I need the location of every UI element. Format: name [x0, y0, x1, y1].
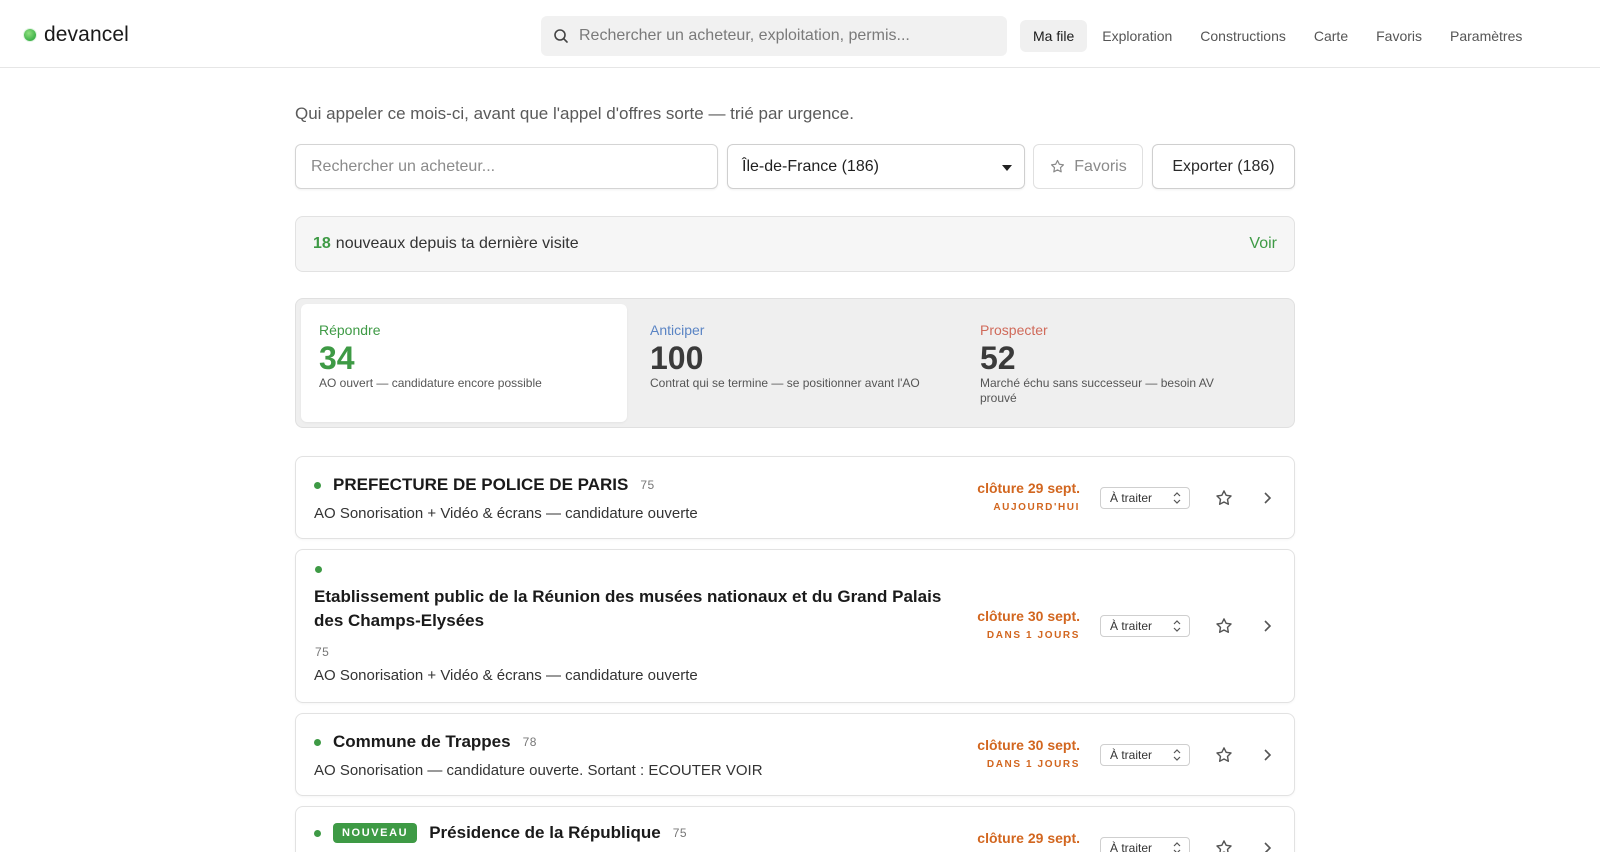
deadline-date: clôture 29 sept.	[977, 830, 1080, 846]
segment-label: Anticiper	[650, 322, 705, 338]
updown-chevron-icon	[1173, 492, 1181, 504]
buyer-row[interactable]: PREFECTURE DE POLICE DE PARIS 75 AO Sono…	[295, 456, 1295, 539]
buyer-name: Etablissement public de la Réunion des m…	[314, 587, 942, 630]
star-icon	[1051, 159, 1065, 173]
star-icon[interactable]	[1214, 838, 1234, 852]
row-description: AO Sonorisation + Vidéo & écrans — candi…	[314, 667, 698, 684]
row-deadline: clôture 29 sept. AUJOURD'HUI	[977, 480, 1080, 513]
row-deadline: clôture 30 sept. DANS 1 JOURS	[977, 608, 1080, 641]
row-title-line: PREFECTURE DE POLICE DE PARIS 75	[314, 475, 655, 495]
favorites-filter-label: Favoris	[1074, 157, 1127, 175]
status-select[interactable]: À traiter	[1100, 487, 1190, 509]
row-deadline: clôture 29 sept.	[977, 830, 1080, 846]
status-value: À traiter	[1110, 491, 1153, 505]
segment-tabs: Répondre 34 AO ouvert — candidature enco…	[295, 298, 1295, 428]
segment-description: Contrat qui se termine — se positionner …	[650, 376, 920, 390]
nav-favoris[interactable]: Favoris	[1363, 20, 1435, 52]
department-code: 75	[640, 478, 655, 492]
status-value: À traiter	[1110, 748, 1153, 762]
star-icon[interactable]	[1214, 745, 1234, 765]
status-select[interactable]: À traiter	[1100, 837, 1190, 852]
new-items-banner: 18 nouveaux depuis ta dernière visite Vo…	[295, 216, 1295, 272]
deadline-date: clôture 29 sept.	[977, 480, 1080, 496]
global-search[interactable]	[541, 16, 1007, 56]
updown-chevron-icon	[1173, 620, 1181, 632]
row-title-line: Commune de Trappes 78	[314, 732, 537, 752]
row-description: AO Sonorisation — candidature ouverte. S…	[314, 762, 763, 779]
segment-repondre[interactable]: Répondre 34 AO ouvert — candidature enco…	[301, 304, 627, 422]
chevron-right-icon[interactable]	[1262, 840, 1272, 852]
status-dot-icon	[314, 481, 321, 489]
row-deadline: clôture 30 sept. DANS 1 JOURS	[977, 737, 1080, 770]
new-badge: NOUVEAU	[333, 823, 418, 843]
region-select[interactable]: Île-de-France (186)	[727, 144, 1025, 189]
buyer-row[interactable]: Commune de Trappes 78 AO Sonorisation — …	[295, 713, 1295, 796]
status-dot-icon	[314, 738, 321, 746]
buyer-row[interactable]: Etablissement public de la Réunion des m…	[295, 549, 1295, 703]
segment-description: Marché échu sans successeur — besoin AV …	[980, 376, 1214, 405]
row-title-line: NOUVEAU Présidence de la République 75	[314, 823, 687, 843]
nav-parametres[interactable]: Paramètres	[1437, 20, 1535, 52]
segment-count: 52	[980, 340, 1016, 376]
top-bar: devancel Ma file Exploration Constructio…	[0, 0, 1600, 68]
buyer-search-input[interactable]	[295, 144, 718, 189]
segment-description: AO ouvert — candidature encore possible	[319, 376, 542, 390]
global-search-input[interactable]	[579, 27, 999, 45]
deadline-urgency: DANS 1 JOURS	[986, 759, 1080, 770]
status-dot-icon	[314, 829, 321, 837]
segment-count: 100	[650, 340, 704, 376]
segment-count: 34	[319, 340, 355, 376]
nav-carte[interactable]: Carte	[1301, 20, 1361, 52]
search-icon	[554, 29, 568, 43]
deadline-date: clôture 30 sept.	[977, 608, 1080, 624]
view-new-items-link[interactable]: Voir	[1249, 235, 1277, 253]
segment-prospecter[interactable]: Prospecter 52 Marché échu sans successeu…	[962, 304, 1262, 422]
region-select-value: Île-de-France (186)	[742, 157, 879, 175]
page-subtitle: Qui appeler ce mois-ci, avant que l'appe…	[295, 104, 854, 123]
brand-name: devancel	[44, 23, 129, 46]
status-select[interactable]: À traiter	[1100, 744, 1190, 766]
status-value: À traiter	[1110, 841, 1153, 852]
segment-anticiper[interactable]: Anticiper 100 Contrat qui se termine — s…	[632, 304, 958, 422]
deadline-date: clôture 30 sept.	[977, 737, 1080, 753]
department-code: 75	[315, 645, 330, 659]
new-items-count: 18	[313, 235, 331, 252]
buyer-name: Commune de Trappes	[333, 732, 511, 751]
star-icon[interactable]	[1214, 616, 1234, 636]
brand-logo[interactable]: devancel	[24, 22, 129, 48]
buyer-name: PREFECTURE DE POLICE DE PARIS	[333, 475, 629, 494]
caret-down-icon	[1002, 165, 1012, 171]
favorites-filter-button[interactable]: Favoris	[1033, 144, 1143, 189]
segment-label: Prospecter	[980, 322, 1048, 338]
main-nav: Ma file Exploration Constructions Carte …	[1020, 20, 1535, 52]
star-icon[interactable]	[1214, 488, 1234, 508]
export-button[interactable]: Exporter (186)	[1152, 144, 1295, 189]
department-code: 75	[672, 826, 688, 840]
nav-constructions[interactable]: Constructions	[1187, 20, 1299, 52]
new-items-text: nouveaux depuis ta dernière visite	[335, 235, 579, 252]
chevron-right-icon[interactable]	[1262, 490, 1272, 506]
buyer-name: Présidence de la République	[429, 823, 661, 842]
row-description: AO Sonorisation + Vidéo & écrans — candi…	[314, 505, 698, 522]
deadline-urgency: AUJOURD'HUI	[993, 502, 1080, 513]
department-code: 78	[522, 735, 537, 749]
brand-dot-icon	[24, 29, 36, 41]
segment-label: Répondre	[319, 322, 381, 338]
chevron-right-icon[interactable]	[1262, 618, 1272, 634]
status-dot-icon	[315, 566, 322, 573]
deadline-urgency: DANS 1 JOURS	[986, 630, 1080, 641]
chevron-right-icon[interactable]	[1262, 747, 1272, 763]
status-select[interactable]: À traiter	[1100, 615, 1190, 637]
nav-exploration[interactable]: Exploration	[1089, 20, 1185, 52]
updown-chevron-icon	[1173, 749, 1181, 761]
nav-ma-file[interactable]: Ma file	[1020, 20, 1088, 52]
buyer-row[interactable]: NOUVEAU Présidence de la République 75 c…	[295, 806, 1295, 852]
filter-bar: Île-de-France (186) Favoris Exporter (18…	[295, 144, 1295, 190]
status-value: À traiter	[1110, 619, 1153, 633]
updown-chevron-icon	[1173, 842, 1181, 852]
